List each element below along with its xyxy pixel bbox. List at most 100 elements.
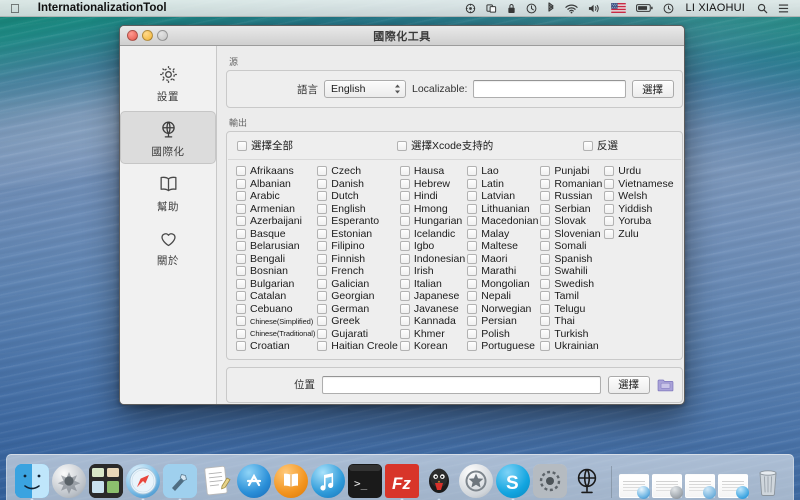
language-checkbox[interactable]: Bosnian — [236, 265, 315, 278]
language-checkbox[interactable]: French — [317, 265, 398, 278]
dock-item-globe-browser[interactable] — [570, 464, 604, 498]
bluetooth-icon[interactable] — [542, 0, 560, 17]
volume-icon[interactable] — [583, 0, 606, 17]
language-checkbox[interactable]: Hausa — [400, 165, 465, 178]
minimized-window-2[interactable] — [652, 474, 682, 498]
language-checkbox[interactable]: Macedonian — [467, 215, 538, 228]
minimized-window-4[interactable] — [718, 474, 748, 498]
language-checkbox[interactable]: English — [317, 203, 398, 216]
folder-icon[interactable] — [657, 378, 674, 392]
menubar-app-name[interactable]: InternationalizationTool — [29, 2, 176, 14]
language-checkbox[interactable]: Maltese — [467, 240, 538, 253]
language-checkbox[interactable]: Yoruba — [604, 215, 673, 228]
invert-selection-checkbox[interactable]: 反選 — [583, 138, 618, 153]
battery-icon[interactable] — [631, 0, 658, 17]
notification-center-icon[interactable] — [773, 0, 794, 17]
language-checkbox[interactable]: Armenian — [236, 203, 315, 216]
language-select[interactable]: English — [324, 80, 406, 98]
language-checkbox[interactable]: Latvian — [467, 190, 538, 203]
dock-item-filezilla[interactable]: Fz — [385, 464, 419, 498]
language-checkbox[interactable]: Greek — [317, 315, 398, 328]
language-checkbox[interactable]: Catalan — [236, 290, 315, 303]
language-checkbox[interactable]: Dutch — [317, 190, 398, 203]
screen-share-icon[interactable] — [460, 0, 481, 17]
language-checkbox[interactable]: Serbian — [540, 203, 602, 216]
language-checkbox[interactable]: Russian — [540, 190, 602, 203]
language-checkbox[interactable]: Igbo — [400, 240, 465, 253]
dock-item-qq[interactable] — [422, 464, 456, 498]
localizable-input[interactable] — [473, 80, 625, 98]
language-checkbox[interactable]: Hebrew — [400, 178, 465, 191]
select-all-checkbox[interactable]: 選擇全部 — [237, 138, 397, 153]
language-checkbox[interactable]: Turkish — [540, 328, 602, 341]
language-checkbox[interactable]: Javanese — [400, 303, 465, 316]
language-checkbox[interactable]: Danish — [317, 178, 398, 191]
language-checkbox[interactable]: Marathi — [467, 265, 538, 278]
language-checkbox[interactable]: Irish — [400, 265, 465, 278]
language-checkbox[interactable]: Yiddish — [604, 203, 673, 216]
language-checkbox[interactable]: Kannada — [400, 315, 465, 328]
dock-item-itunes[interactable] — [311, 464, 345, 498]
language-checkbox[interactable]: Bulgarian — [236, 278, 315, 291]
language-checkbox[interactable]: Korean — [400, 340, 465, 353]
dock-item-mission-control[interactable] — [89, 464, 123, 498]
language-checkbox[interactable]: Polish — [467, 328, 538, 341]
sidebar-item-help[interactable]: 幫助 — [120, 167, 216, 218]
language-checkbox[interactable]: German — [317, 303, 398, 316]
language-checkbox[interactable]: Vietnamese — [604, 178, 673, 191]
dock-item-terminal[interactable]: >_ — [348, 464, 382, 498]
language-checkbox[interactable]: Georgian — [317, 290, 398, 303]
dock-item-sogou-input[interactable] — [459, 464, 493, 498]
language-checkbox[interactable]: Lithuanian — [467, 203, 538, 216]
apple-logo-icon[interactable]:  — [0, 1, 29, 16]
spotlight-search-icon[interactable] — [752, 0, 773, 17]
language-checkbox[interactable]: Finnish — [317, 253, 398, 266]
dock-item-system-preferences[interactable] — [533, 464, 567, 498]
wifi-icon[interactable] — [560, 0, 583, 17]
minimized-window-1[interactable] — [619, 474, 649, 498]
language-checkbox[interactable]: Tamil — [540, 290, 602, 303]
language-checkbox[interactable]: Chinese(Simplified) — [236, 315, 315, 328]
language-checkbox[interactable]: Arabic — [236, 190, 315, 203]
minimized-window-3[interactable] — [685, 474, 715, 498]
language-checkbox[interactable]: Mongolian — [467, 278, 538, 291]
language-checkbox[interactable]: Bengali — [236, 253, 315, 266]
language-checkbox[interactable]: Punjabi — [540, 165, 602, 178]
language-checkbox[interactable]: Slovenian — [540, 228, 602, 241]
language-checkbox[interactable]: Cebuano — [236, 303, 315, 316]
language-checkbox[interactable]: Belarusian — [236, 240, 315, 253]
dock-item-launchpad[interactable] — [52, 464, 86, 498]
language-checkbox[interactable]: Esperanto — [317, 215, 398, 228]
language-checkbox[interactable]: Somali — [540, 240, 602, 253]
language-checkbox[interactable]: Norwegian — [467, 303, 538, 316]
lock-icon[interactable] — [502, 0, 521, 17]
language-checkbox[interactable]: Azerbaijani — [236, 215, 315, 228]
time-machine-icon[interactable] — [521, 0, 542, 17]
language-checkbox[interactable]: Galician — [317, 278, 398, 291]
sidebar-item-settings[interactable]: 設置 — [120, 57, 216, 108]
dock-item-textedit[interactable] — [200, 464, 234, 498]
language-checkbox[interactable]: Croatian — [236, 340, 315, 353]
language-checkbox[interactable]: Afrikaans — [236, 165, 315, 178]
language-checkbox[interactable]: Zulu — [604, 228, 673, 241]
language-checkbox[interactable]: Slovak — [540, 215, 602, 228]
language-checkbox[interactable]: Urdu — [604, 165, 673, 178]
clock-icon[interactable] — [658, 0, 679, 17]
language-checkbox[interactable]: Hmong — [400, 203, 465, 216]
sidebar-item-about[interactable]: 關於 — [120, 221, 216, 272]
language-checkbox[interactable]: Italian — [400, 278, 465, 291]
language-checkbox[interactable]: Spanish — [540, 253, 602, 266]
language-checkbox[interactable]: Hindi — [400, 190, 465, 203]
language-checkbox[interactable]: Gujarati — [317, 328, 398, 341]
language-checkbox[interactable]: Czech — [317, 165, 398, 178]
dropbox-icon[interactable] — [481, 0, 502, 17]
language-checkbox[interactable]: Basque — [236, 228, 315, 241]
language-checkbox[interactable]: Swedish — [540, 278, 602, 291]
language-checkbox[interactable]: Nepali — [467, 290, 538, 303]
language-checkbox[interactable]: Romanian — [540, 178, 602, 191]
language-checkbox[interactable]: Persian — [467, 315, 538, 328]
language-checkbox[interactable]: Latin — [467, 178, 538, 191]
language-checkbox[interactable]: Ukrainian — [540, 340, 602, 353]
dock-item-safari[interactable] — [126, 464, 160, 498]
language-checkbox[interactable]: Portuguese — [467, 340, 538, 353]
